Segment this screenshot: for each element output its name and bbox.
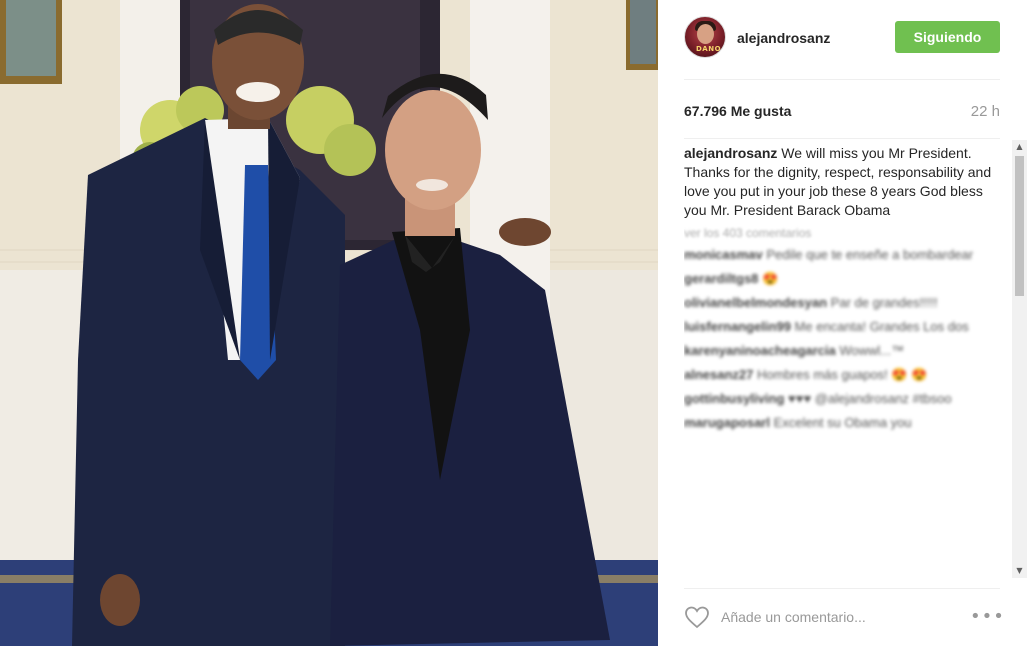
like-heart-icon[interactable] [684,605,710,629]
caption-username[interactable]: alejandrosanz [684,145,777,161]
comment-item: gerardiltgs8 😍 [684,270,1000,288]
comment-item: monicasmav Pedile que te enseñe a bombar… [684,246,1000,264]
view-all-comments-link[interactable]: ver los 403 comentarios [684,226,1000,240]
comment-username[interactable]: gerardiltgs8 [684,271,758,286]
likes-row: 67.796 Me gusta 22 h [684,103,1000,121]
scrollbar-thumb[interactable] [1015,156,1024,296]
comment-username[interactable]: alnesanz27 [684,367,753,382]
post-details-panel: DANO alejandrosanz Siguiendo 67.796 Me g… [658,0,1027,646]
add-comment-input[interactable] [721,606,951,628]
comment-username[interactable]: karenyaninoacheagarcia [684,343,836,358]
comment-item: olivianelbelmondesyan Par de grandes!!!!… [684,294,1000,312]
post-time[interactable]: 22 h [971,103,1000,120]
scroll-down-arrow-icon[interactable]: ▼ [1012,564,1027,578]
comment-item: luisfernangelin99 Me encanta! Grandes Lo… [684,318,1000,336]
comment-footer: ••• [684,588,1004,646]
comment-text: Hombres más guapos! 😍 😍 [757,367,928,382]
more-options-icon[interactable]: ••• [970,606,1004,628]
comment-text: 😍 [762,271,779,286]
comment-text: ♥♥♥ @alejandrosanz #tbsoo [788,391,952,406]
comment-text: Excelent su Obama you [773,415,912,430]
scroll-up-arrow-icon[interactable]: ▲ [1012,140,1027,154]
comments-list[interactable]: alejandrosanz We will miss you Mr Presid… [684,144,1000,578]
post-caption: alejandrosanz We will miss you Mr Presid… [684,144,1000,220]
photo-illustration [0,0,658,646]
comment-username[interactable]: gottinbusyliving [684,391,784,406]
comment-username[interactable]: luisfernangelin99 [684,319,791,334]
comment-username[interactable]: olivianelbelmondesyan [684,295,827,310]
comment-text: Pedile que te enseñe a bombardear [766,247,974,262]
following-button[interactable]: Siguiendo [895,21,1000,53]
comment-item: alnesanz27 Hombres más guapos! 😍 😍 [684,366,1000,384]
comment-username[interactable]: marugaposarl [684,415,770,430]
divider [684,138,1000,139]
username-link[interactable]: alejandrosanz [737,30,830,46]
comment-text: Par de grandes!!!!! [830,295,938,310]
comments-scrollbar[interactable]: ▲ ▼ [1012,140,1027,578]
post-photo[interactable] [0,0,658,646]
comment-text: Wowwl...™ [839,343,905,358]
avatar-logo-text: DANO [696,45,722,53]
comment-text: Me encanta! Grandes Los dos [794,319,969,334]
comment-username[interactable]: monicasmav [684,247,763,262]
avatar-face [697,24,714,44]
comment-item: gottinbusyliving ♥♥♥ @alejandrosanz #tbs… [684,390,1000,408]
user-avatar[interactable]: DANO [684,16,726,58]
likes-count[interactable]: 67.796 Me gusta [684,103,791,119]
post-header: DANO alejandrosanz Siguiendo [684,14,1000,80]
comment-item: marugaposarl Excelent su Obama you [684,414,1000,432]
comment-item: karenyaninoacheagarcia Wowwl...™ [684,342,1000,360]
